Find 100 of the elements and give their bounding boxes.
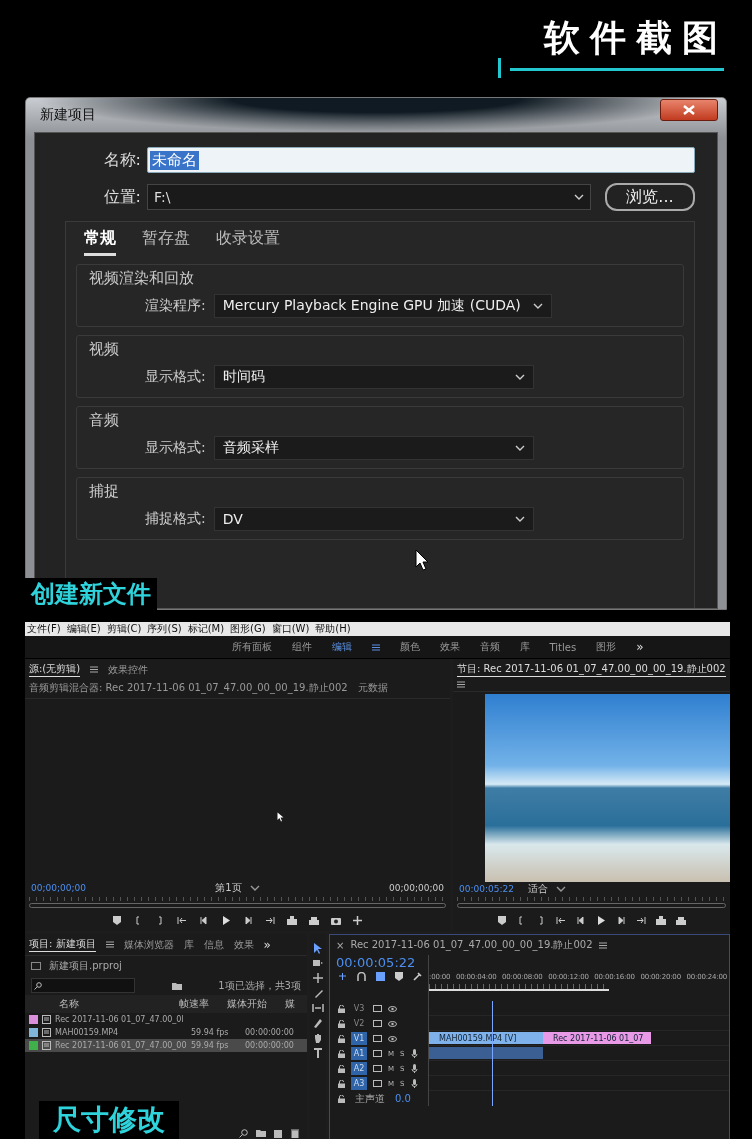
marker-icon[interactable] [113,915,121,925]
track-target[interactable]: A1 [351,1047,367,1060]
workspace-tab[interactable]: 组件 [291,640,312,654]
track-target[interactable]: A2 [351,1062,367,1075]
microphone-icon[interactable] [410,1064,418,1073]
menu-item[interactable]: 窗口(W) [271,622,310,636]
slip-icon[interactable] [312,1002,324,1014]
workspace-tab[interactable]: 颜色 [399,640,420,654]
track-target[interactable]: V1 [351,1032,367,1045]
overwrite-icon[interactable] [309,915,319,925]
panel-tab[interactable]: 媒体浏览器 [123,937,174,952]
panel-tab[interactable]: 信息 [203,937,224,952]
lock-icon[interactable] [338,1094,345,1103]
go-to-out-icon[interactable] [265,915,275,925]
go-to-in-icon[interactable] [177,915,187,925]
menu-item[interactable]: 图形(G) [230,622,266,636]
lock-icon[interactable] [338,1049,345,1058]
panel-tab[interactable]: 项目: 新建项目 [29,937,96,952]
track-select-icon[interactable] [312,957,324,969]
audio-clip[interactable] [429,1047,543,1059]
column-header[interactable]: 媒体开始 [227,997,285,1011]
more-button[interactable]: » [263,937,271,952]
menu-icon[interactable] [371,643,380,651]
video-clip[interactable]: MAH00159.MP4 [V] [429,1032,543,1044]
sequence-tab[interactable]: Rec 2017-11-06 01_07_47.00_00_00_19.静止002 [350,938,593,952]
lock-icon[interactable] [338,1034,345,1043]
insert-icon[interactable] [655,915,666,925]
trash-icon[interactable] [291,1129,299,1138]
folder-icon[interactable] [256,1129,266,1137]
dialog-tab[interactable]: 常规 [84,226,116,256]
menu-icon[interactable] [105,941,114,948]
type-tool-icon[interactable] [312,1047,324,1059]
track-target[interactable]: V2 [351,1017,367,1030]
add-icon[interactable] [353,915,362,925]
scrub-track[interactable] [457,903,726,909]
more-button[interactable]: » [636,640,644,654]
menu-item[interactable]: 文件(F) [27,622,61,636]
search-icon[interactable] [239,1129,248,1138]
track-target[interactable]: A3 [351,1077,367,1090]
ripple-edit-icon[interactable] [312,972,324,984]
play-icon[interactable] [595,915,606,925]
column-header[interactable]: 帧速率 [179,997,227,1011]
lock-icon[interactable] [338,1004,345,1013]
dropdown[interactable]: 时间码 [213,365,534,389]
panel-tab[interactable]: 源:(无剪辑) [29,662,81,677]
close-button[interactable] [660,99,718,121]
menu-item[interactable]: 序列(S) [147,622,182,636]
panel-tab[interactable]: 效果 [233,937,254,952]
video-clip[interactable]: Rec 2017-11-06 01_07 [543,1032,651,1044]
dropdown[interactable]: DV [213,507,534,531]
panel-tab[interactable]: 元数据 [357,681,388,695]
name-field[interactable]: 未命名 [147,147,695,173]
track-target[interactable]: V3 [351,1002,367,1015]
lock-icon[interactable] [338,1064,345,1073]
insert-icon[interactable] [287,915,297,925]
menu-icon[interactable] [598,941,607,949]
go-to-in-icon[interactable] [555,915,566,925]
camera-icon[interactable] [331,915,341,925]
panel-tab[interactable]: 效果控件 [108,662,149,677]
close-tab-button[interactable]: × [336,939,345,951]
search-field[interactable] [31,978,135,993]
nest-icon[interactable] [338,972,347,981]
workspace-tab[interactable]: Titles [549,641,577,653]
dropdown[interactable]: 音频采样 [213,436,534,460]
dialog-tab[interactable]: 暂存盘 [142,226,190,256]
location-dropdown[interactable]: F:\ [147,184,591,210]
eye-icon[interactable] [388,1005,397,1012]
step-forward-icon[interactable] [615,915,626,925]
zoom-dropdown[interactable]: 适合 [527,882,548,897]
browse-button[interactable]: 浏览... [605,183,695,211]
project-row[interactable]: Rec 2017-11-06 01_07_47.00_0l [25,1013,307,1026]
eye-icon[interactable] [388,1020,397,1027]
step-back-icon[interactable] [199,915,209,925]
workspace-tab[interactable]: 效果 [439,640,460,654]
menu-item[interactable]: 标记(M) [187,622,225,636]
eye-icon[interactable] [388,1035,397,1042]
microphone-icon[interactable] [410,1049,418,1058]
go-to-out-icon[interactable] [635,915,646,925]
workspace-tab[interactable]: 所有面板 [231,640,272,654]
wrench-icon[interactable] [413,972,422,981]
folder-icon[interactable] [171,981,182,990]
microphone-icon[interactable] [410,1079,418,1088]
column-header[interactable]: 名称 [59,997,179,1011]
dialog-tab[interactable]: 收录设置 [216,226,280,256]
overwrite-icon[interactable] [675,915,686,925]
column-header[interactable]: 媒 [285,997,297,1011]
panel-tab[interactable]: 音频剪辑混合器: Rec 2017-11-06 01_07_47.00_00_00_19.静止002 [29,681,348,695]
menu-item[interactable]: 剪辑(C) [106,622,142,636]
panel-tab[interactable]: 节目: Rec 2017-11-06 01_07_47.00_00_00_19.静止002 [457,662,726,677]
workspace-tab[interactable]: 图形 [596,640,617,654]
step-back-icon[interactable] [575,915,586,925]
lock-icon[interactable] [338,1019,345,1028]
selection-tool-icon[interactable] [312,942,324,954]
magnet-icon[interactable] [357,972,366,981]
menu-icon[interactable] [90,666,99,673]
play-icon[interactable] [221,915,231,925]
scrub-track[interactable] [29,902,446,908]
menu-item[interactable]: 编辑(E) [66,622,101,636]
panel-tab[interactable]: 库 [183,937,194,952]
lock-icon[interactable] [338,1079,345,1088]
